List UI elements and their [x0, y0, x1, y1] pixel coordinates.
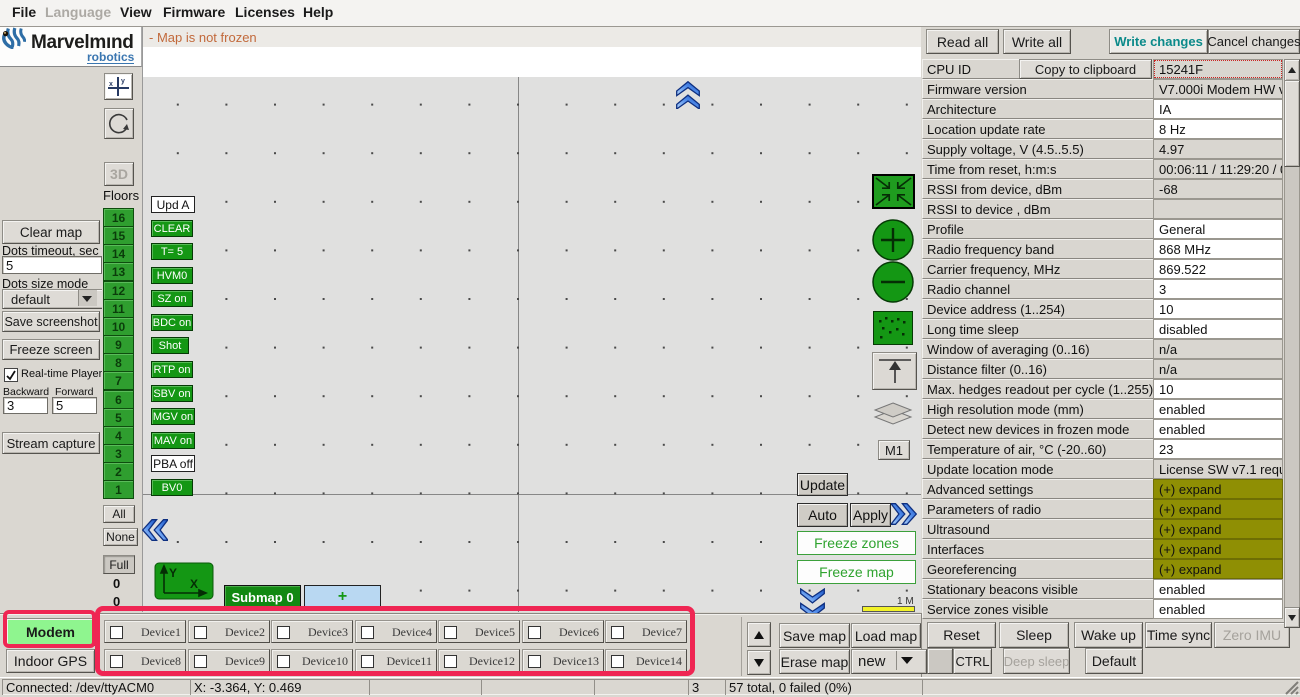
- svg-text:y: y: [121, 78, 125, 85]
- svg-text:Y: Y: [169, 566, 177, 580]
- svg-text:x: x: [109, 81, 113, 88]
- svg-text:X: X: [190, 577, 198, 591]
